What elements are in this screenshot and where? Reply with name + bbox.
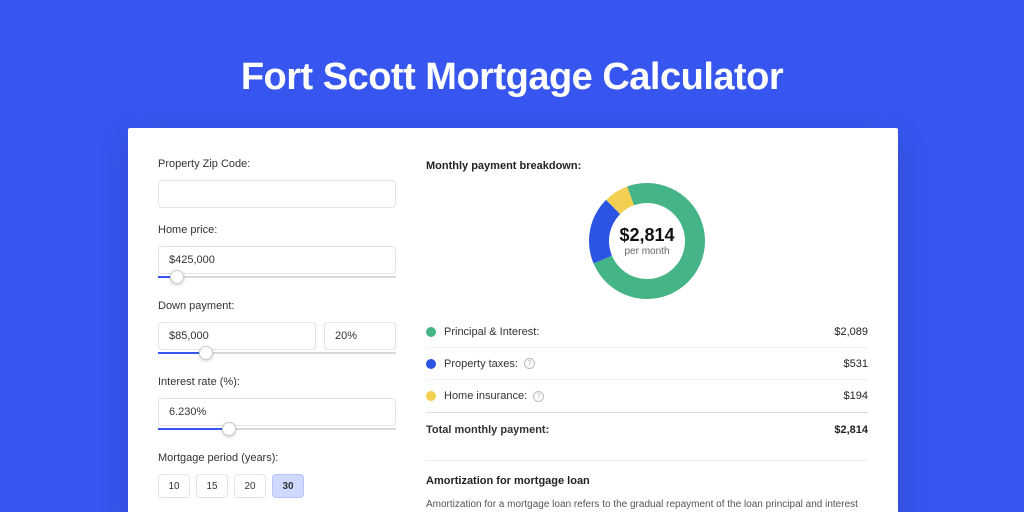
period-option-20[interactable]: 20 <box>234 474 266 498</box>
legend-value: $531 <box>844 358 868 370</box>
donut-sub: per month <box>619 246 674 257</box>
legend-label: Home insurance:? <box>444 390 844 402</box>
amort-body: Amortization for a mortgage loan refers … <box>426 497 868 512</box>
field-zip: Property Zip Code: <box>158 158 396 208</box>
slider-thumb[interactable] <box>222 422 236 436</box>
field-down-payment: Down payment: <box>158 300 396 360</box>
slider-thumb[interactable] <box>170 270 184 284</box>
interest-slider[interactable] <box>158 424 396 436</box>
legend-dot <box>426 359 436 369</box>
down-payment-amount-input[interactable] <box>158 322 316 350</box>
info-icon[interactable]: ? <box>533 391 544 402</box>
amortization-section: Amortization for mortgage loan Amortizat… <box>426 460 868 512</box>
total-row: Total monthly payment: $2,814 <box>426 412 868 446</box>
legend-dot <box>426 327 436 337</box>
legend-row: Principal & Interest:$2,089 <box>426 316 868 348</box>
period-option-10[interactable]: 10 <box>158 474 190 498</box>
interest-label: Interest rate (%): <box>158 376 396 388</box>
legend-value: $2,089 <box>834 326 868 338</box>
home-price-input[interactable] <box>158 246 396 274</box>
period-option-15[interactable]: 15 <box>196 474 228 498</box>
interest-input[interactable] <box>158 398 396 426</box>
down-payment-slider[interactable] <box>158 348 396 360</box>
period-option-30[interactable]: 30 <box>272 474 304 498</box>
home-price-label: Home price: <box>158 224 396 236</box>
legend-row: Property taxes:?$531 <box>426 348 868 380</box>
legend-dot <box>426 391 436 401</box>
field-home-price: Home price: <box>158 224 396 284</box>
field-interest: Interest rate (%): <box>158 376 396 436</box>
info-icon[interactable]: ? <box>524 358 535 369</box>
zip-label: Property Zip Code: <box>158 158 396 170</box>
amort-title: Amortization for mortgage loan <box>426 475 868 487</box>
donut-amount: $2,814 <box>619 225 674 246</box>
field-period: Mortgage period (years): 10152030 <box>158 452 396 498</box>
zip-input[interactable] <box>158 180 396 208</box>
down-payment-percent-input[interactable] <box>324 322 396 350</box>
legend-row: Home insurance:?$194 <box>426 380 868 412</box>
legend-value: $194 <box>844 390 868 402</box>
total-label: Total monthly payment: <box>426 424 834 436</box>
legend-label: Principal & Interest: <box>444 326 834 338</box>
home-price-slider[interactable] <box>158 272 396 284</box>
total-value: $2,814 <box>834 424 868 436</box>
breakdown-title: Monthly payment breakdown: <box>426 160 868 172</box>
legend: Principal & Interest:$2,089Property taxe… <box>426 316 868 412</box>
breakdown-column: Monthly payment breakdown: $2,814 per mo… <box>426 158 868 512</box>
donut-center: $2,814 per month <box>619 225 674 257</box>
period-label: Mortgage period (years): <box>158 452 396 464</box>
down-payment-label: Down payment: <box>158 300 396 312</box>
donut-slice <box>589 200 620 264</box>
period-group: 10152030 <box>158 474 396 498</box>
donut-chart: $2,814 per month <box>426 178 868 304</box>
legend-label: Property taxes:? <box>444 358 844 370</box>
form-column: Property Zip Code: Home price: Down paym… <box>158 158 396 512</box>
calculator-panel: Property Zip Code: Home price: Down paym… <box>128 128 898 512</box>
slider-thumb[interactable] <box>199 346 213 360</box>
page-title: Fort Scott Mortgage Calculator <box>0 0 1024 99</box>
